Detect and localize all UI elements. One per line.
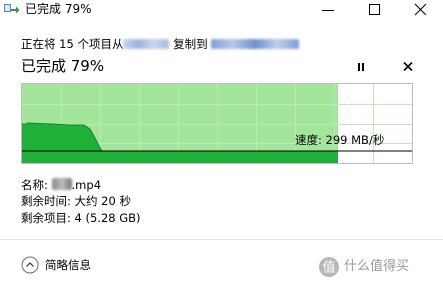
redacted-source xyxy=(123,39,170,49)
file-name-suffix: .mp4 xyxy=(71,178,102,192)
close-icon xyxy=(403,61,413,72)
fewer-details-toggle[interactable]: 简略信息 xyxy=(21,254,141,276)
watermark-logo-icon: 值 xyxy=(318,256,340,278)
maximize-button[interactable] xyxy=(351,0,397,20)
file-name-label: 名称: xyxy=(21,178,48,192)
time-remaining: 剩余时间: 大约 20 秒 xyxy=(21,194,131,208)
speed-graph xyxy=(21,83,413,164)
copy-arrow-icon xyxy=(4,2,20,16)
maximize-icon xyxy=(369,4,380,15)
speed-label: 速度: 299 MB/秒 xyxy=(295,133,385,147)
fewer-details-label: 简略信息 xyxy=(45,258,91,272)
window-title: 已完成 79% xyxy=(25,2,92,16)
pause-button[interactable] xyxy=(350,57,372,77)
file-name-line: 名称: .mp4 xyxy=(21,178,101,192)
pause-icon xyxy=(358,63,364,71)
close-icon xyxy=(414,3,427,16)
status-prefix: 正在将 15 个项目从 xyxy=(21,37,124,51)
progress-title: 已完成 79% xyxy=(21,57,105,75)
items-remaining: 剩余项目: 4 (5.28 GB) xyxy=(21,211,141,225)
chevron-up-circle-icon xyxy=(21,256,39,274)
status-middle: 复制到 xyxy=(173,37,208,51)
watermark-text: 什么值得买 xyxy=(344,259,410,274)
redacted-destination xyxy=(211,39,300,49)
svg-text:值: 值 xyxy=(322,260,335,276)
footer-divider xyxy=(0,239,443,240)
redacted-file-name xyxy=(51,178,72,190)
minimize-button[interactable] xyxy=(305,0,351,20)
title-bar: 已完成 79% xyxy=(0,0,443,20)
copy-status-line: 正在将 15 个项目从 复制到 xyxy=(21,37,300,51)
watermark: 值 什么值得买 xyxy=(318,256,440,278)
cancel-copy-button[interactable] xyxy=(397,57,419,77)
window-close-button[interactable] xyxy=(397,0,443,20)
